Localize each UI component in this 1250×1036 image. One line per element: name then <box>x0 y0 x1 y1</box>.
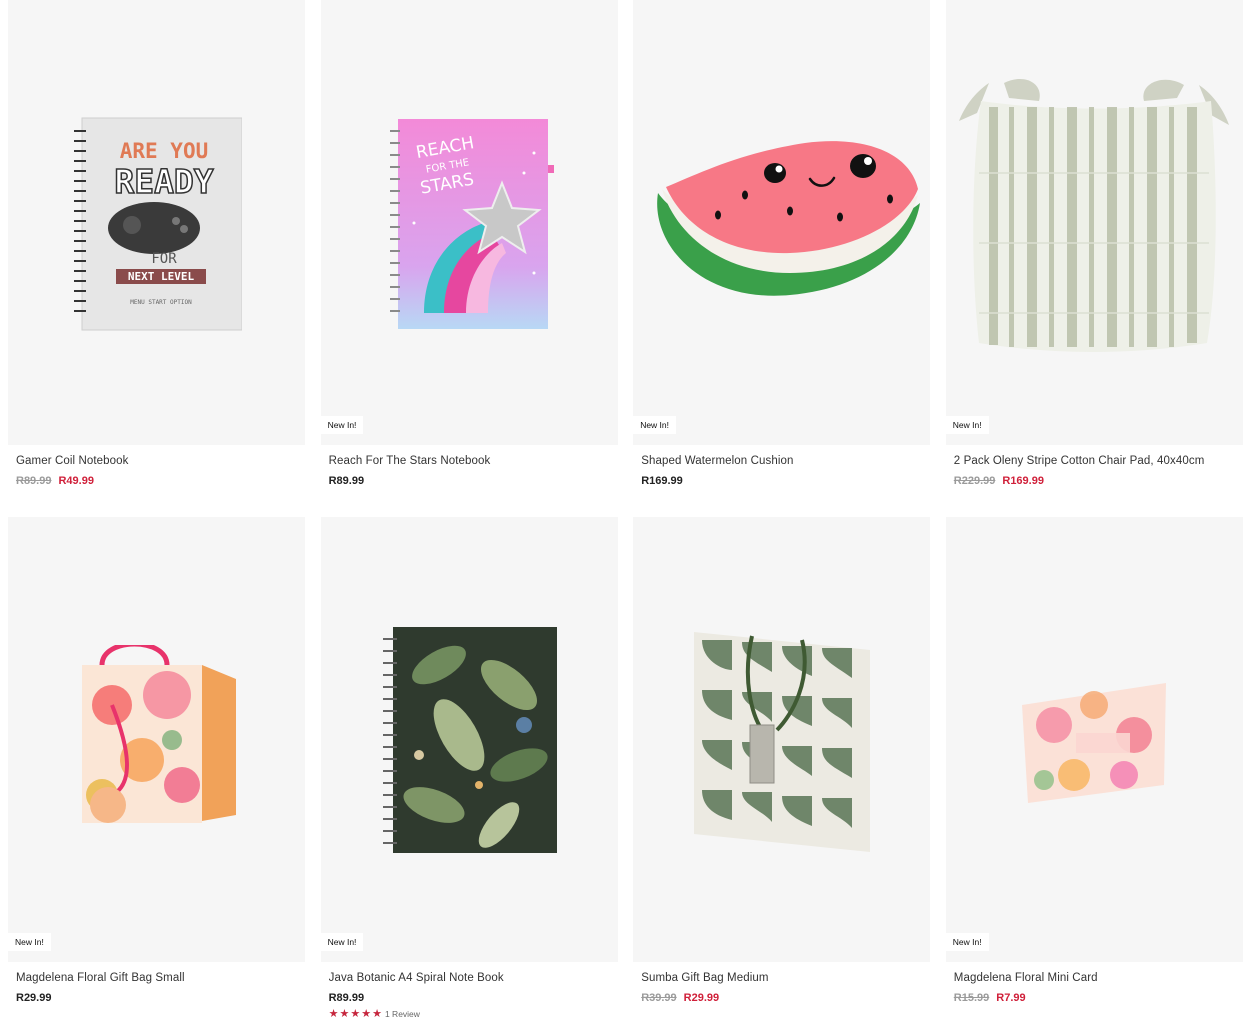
review-count[interactable]: 1 Review <box>385 1009 420 1019</box>
new-in-badge: New In! <box>320 932 364 951</box>
was-price: R39.99 <box>641 991 677 1004</box>
product-rating[interactable]: ★ ★ ★ ★ ★ 1 Review <box>328 1007 610 1020</box>
new-in-badge: New In! <box>320 415 364 434</box>
sale-price: R7.99 <box>996 991 1026 1004</box>
product-card[interactable]: New In! Magdelena Floral Gift Bag Small … <box>8 517 305 1036</box>
product-price: R89.99 <box>328 474 365 487</box>
product-image-stars-notebook[interactable]: REACH FOR THE STARS New In! <box>320 0 618 445</box>
product-card[interactable]: New In! 2 Pack Oleny Stripe Cotton Chair… <box>945 0 1243 517</box>
product-card[interactable]: REACH FOR THE STARS New In! Reach For Th… <box>320 0 618 517</box>
star-icon: ★ <box>328 1007 339 1020</box>
product-image-botanic-notebook[interactable]: New In! <box>320 517 618 962</box>
sale-price: R29.99 <box>683 991 720 1004</box>
product-name[interactable]: 2 Pack Oleny Stripe Cotton Chair Pad, 40… <box>954 455 1235 469</box>
product-image-floral-mini-card[interactable]: New In! <box>945 517 1243 962</box>
star-icon: ★ <box>339 1007 350 1020</box>
was-price: R89.99 <box>16 474 52 487</box>
new-in-badge: New In! <box>8 932 51 951</box>
was-price: R229.99 <box>953 474 996 487</box>
product-card[interactable]: New In! Java Botanic A4 Spiral Note Book… <box>320 517 618 1036</box>
product-name[interactable]: Sumba Gift Bag Medium <box>641 972 922 986</box>
product-name[interactable]: Java Botanic A4 Spiral Note Book <box>329 972 610 986</box>
product-name[interactable]: Reach For The Stars Notebook <box>329 455 610 469</box>
product-card[interactable]: Sumba Gift Bag Medium R39.99 R29.99 <box>633 517 931 1036</box>
cover-line1: ARE YOU <box>119 139 208 163</box>
product-image-chair-pad[interactable]: New In! <box>945 0 1243 445</box>
product-name[interactable]: Gamer Coil Notebook <box>16 455 297 469</box>
cover-line4: NEXT LEVEL <box>127 270 194 283</box>
product-name[interactable]: Magdelena Floral Gift Bag Small <box>16 972 297 986</box>
star-icon: ★ <box>350 1007 361 1020</box>
product-price: R169.99 <box>641 474 683 487</box>
product-row: New In! Magdelena Floral Gift Bag Small … <box>8 517 1243 1036</box>
star-icon: ★ <box>372 1007 382 1020</box>
product-price: R89.99 <box>328 991 365 1004</box>
product-row: ARE YOU READY FOR NEXT LEVEL MENU START … <box>8 0 1243 517</box>
sale-price: R169.99 <box>1002 474 1044 487</box>
product-image-watermelon-cushion[interactable]: New In! <box>633 0 931 445</box>
product-card[interactable]: ARE YOU READY FOR NEXT LEVEL MENU START … <box>8 0 305 517</box>
product-name[interactable]: Shaped Watermelon Cushion <box>641 455 922 469</box>
product-card[interactable]: New In! Shaped Watermelon Cushion R169.9… <box>633 0 931 517</box>
cover-line2: READY <box>114 162 213 201</box>
cover-line3: FOR <box>151 251 177 267</box>
new-in-badge: New In! <box>945 932 989 951</box>
product-card[interactable]: New In! Magdelena Floral Mini Card R15.9… <box>945 517 1243 1036</box>
product-grid: ARE YOU READY FOR NEXT LEVEL MENU START … <box>8 0 1243 1036</box>
sale-price: R49.99 <box>58 474 94 487</box>
cover-line5: MENU START OPTION <box>130 299 192 306</box>
new-in-badge: New In! <box>633 415 677 434</box>
was-price: R15.99 <box>953 991 990 1004</box>
product-image-gamer-notebook[interactable]: ARE YOU READY FOR NEXT LEVEL MENU START … <box>8 0 305 445</box>
new-in-badge: New In! <box>945 415 989 434</box>
product-name[interactable]: Magdelena Floral Mini Card <box>954 972 1235 986</box>
product-price: R29.99 <box>16 991 52 1004</box>
product-image-sumba-gift-bag[interactable] <box>633 517 931 962</box>
product-image-floral-gift-bag[interactable]: New In! <box>8 517 305 962</box>
star-icon: ★ <box>361 1007 372 1020</box>
